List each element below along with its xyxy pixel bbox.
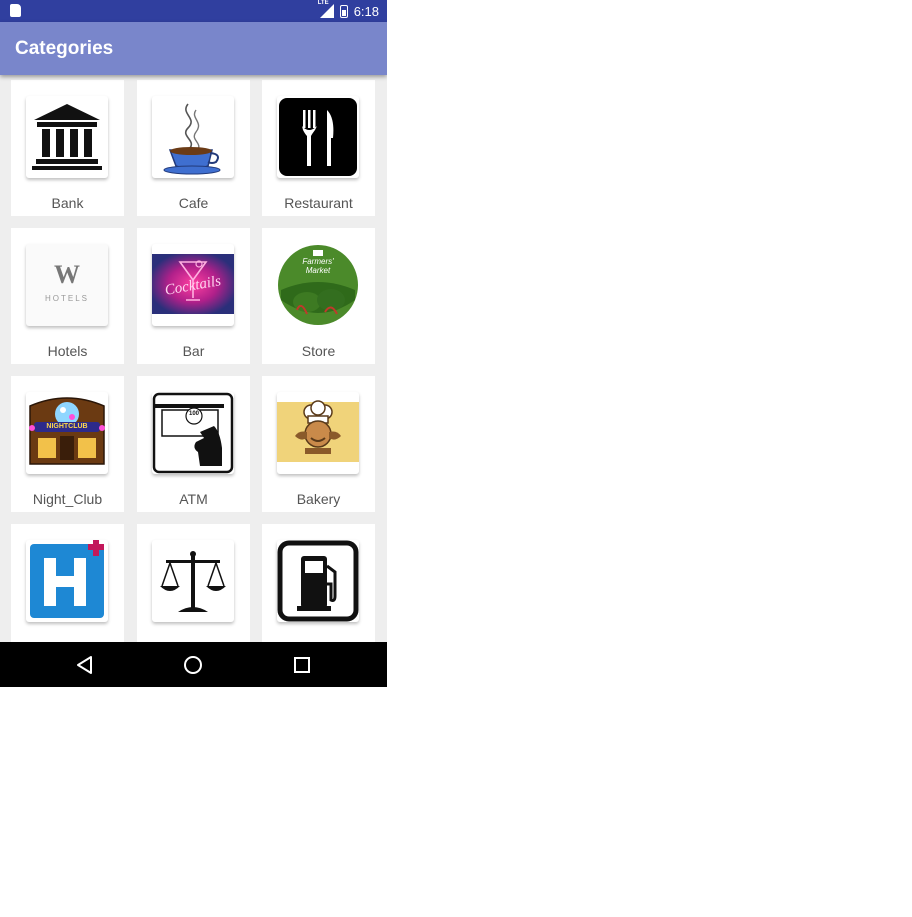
farmers-market-icon: Farmers' Market: [277, 244, 359, 326]
category-card-atm[interactable]: 100 ATM: [137, 376, 250, 512]
chef-icon: [277, 392, 359, 474]
category-label: Cafe: [178, 195, 209, 211]
category-card-law[interactable]: [137, 524, 250, 642]
hospital-icon: [26, 540, 108, 622]
cocktail-icon: Cocktails: [152, 244, 234, 326]
category-card-bakery[interactable]: Bakery: [262, 376, 375, 512]
category-card-cafe[interactable]: Cafe: [137, 80, 250, 216]
nightclub-sign-text: NIGHTCLUB: [46, 423, 88, 430]
status-time: 6:18: [353, 3, 379, 19]
category-card-bank[interactable]: Bank: [11, 80, 124, 216]
lte-signal-icon: LTE: [318, 0, 334, 18]
recents-square-icon: [294, 657, 310, 673]
banknote-value: 100: [188, 411, 199, 417]
atm-icon: 100: [152, 392, 234, 474]
hotel-logo-subtext: HOTELS: [44, 294, 89, 303]
category-label: Restaurant: [284, 195, 353, 211]
home-circle-icon: [184, 656, 202, 674]
nightclub-icon: NIGHTCLUB: [26, 392, 108, 474]
page-title: Categories: [15, 38, 114, 59]
sd-card-icon: [10, 4, 21, 17]
category-card-gas-station[interactable]: [262, 524, 375, 642]
category-card-store[interactable]: Farmers' Market Store: [262, 228, 375, 364]
fork-knife-icon: [277, 96, 359, 178]
battery-icon: [339, 4, 348, 18]
category-label: Store: [301, 343, 336, 359]
categories-grid[interactable]: Bank Cafe Restaurant W HOTELS Hotels Coc…: [11, 80, 377, 642]
category-card-hotels[interactable]: W HOTELS Hotels: [11, 228, 124, 364]
category-card-restaurant[interactable]: Restaurant: [262, 80, 375, 216]
farmers-market-text: Farmers' Market: [302, 257, 334, 275]
category-label: Bar: [182, 343, 205, 359]
category-label: Hotels: [47, 343, 88, 359]
w-hotels-logo: W HOTELS: [26, 244, 108, 326]
category-label: Night_Club: [32, 491, 103, 507]
back-button[interactable]: [74, 654, 96, 676]
category-card-night-club[interactable]: NIGHTCLUB Night_Club: [11, 376, 124, 512]
category-card-hospital[interactable]: [11, 524, 124, 642]
category-label: ATM: [179, 491, 208, 507]
gas-station-icon: [277, 540, 359, 622]
recents-button[interactable]: [291, 654, 313, 676]
status-bar: LTE 6:18: [0, 0, 387, 22]
navigation-bar: [0, 642, 387, 687]
category-label: Bakery: [296, 491, 341, 507]
home-button[interactable]: [182, 654, 204, 676]
app-bar: Categories: [0, 22, 387, 75]
category-label: Bank: [51, 195, 84, 211]
hotel-logo-mark: W: [54, 260, 80, 289]
coffee-cup-icon: [152, 96, 234, 178]
phone-screen: LTE 6:18 Categories Bank Cafe Restaurant…: [0, 0, 387, 687]
bank-icon: [26, 96, 108, 178]
scales-of-justice-icon: [152, 540, 234, 622]
category-card-bar[interactable]: Cocktails Bar: [137, 228, 250, 364]
network-type: LTE: [317, 0, 329, 6]
back-triangle-icon: [77, 656, 92, 674]
